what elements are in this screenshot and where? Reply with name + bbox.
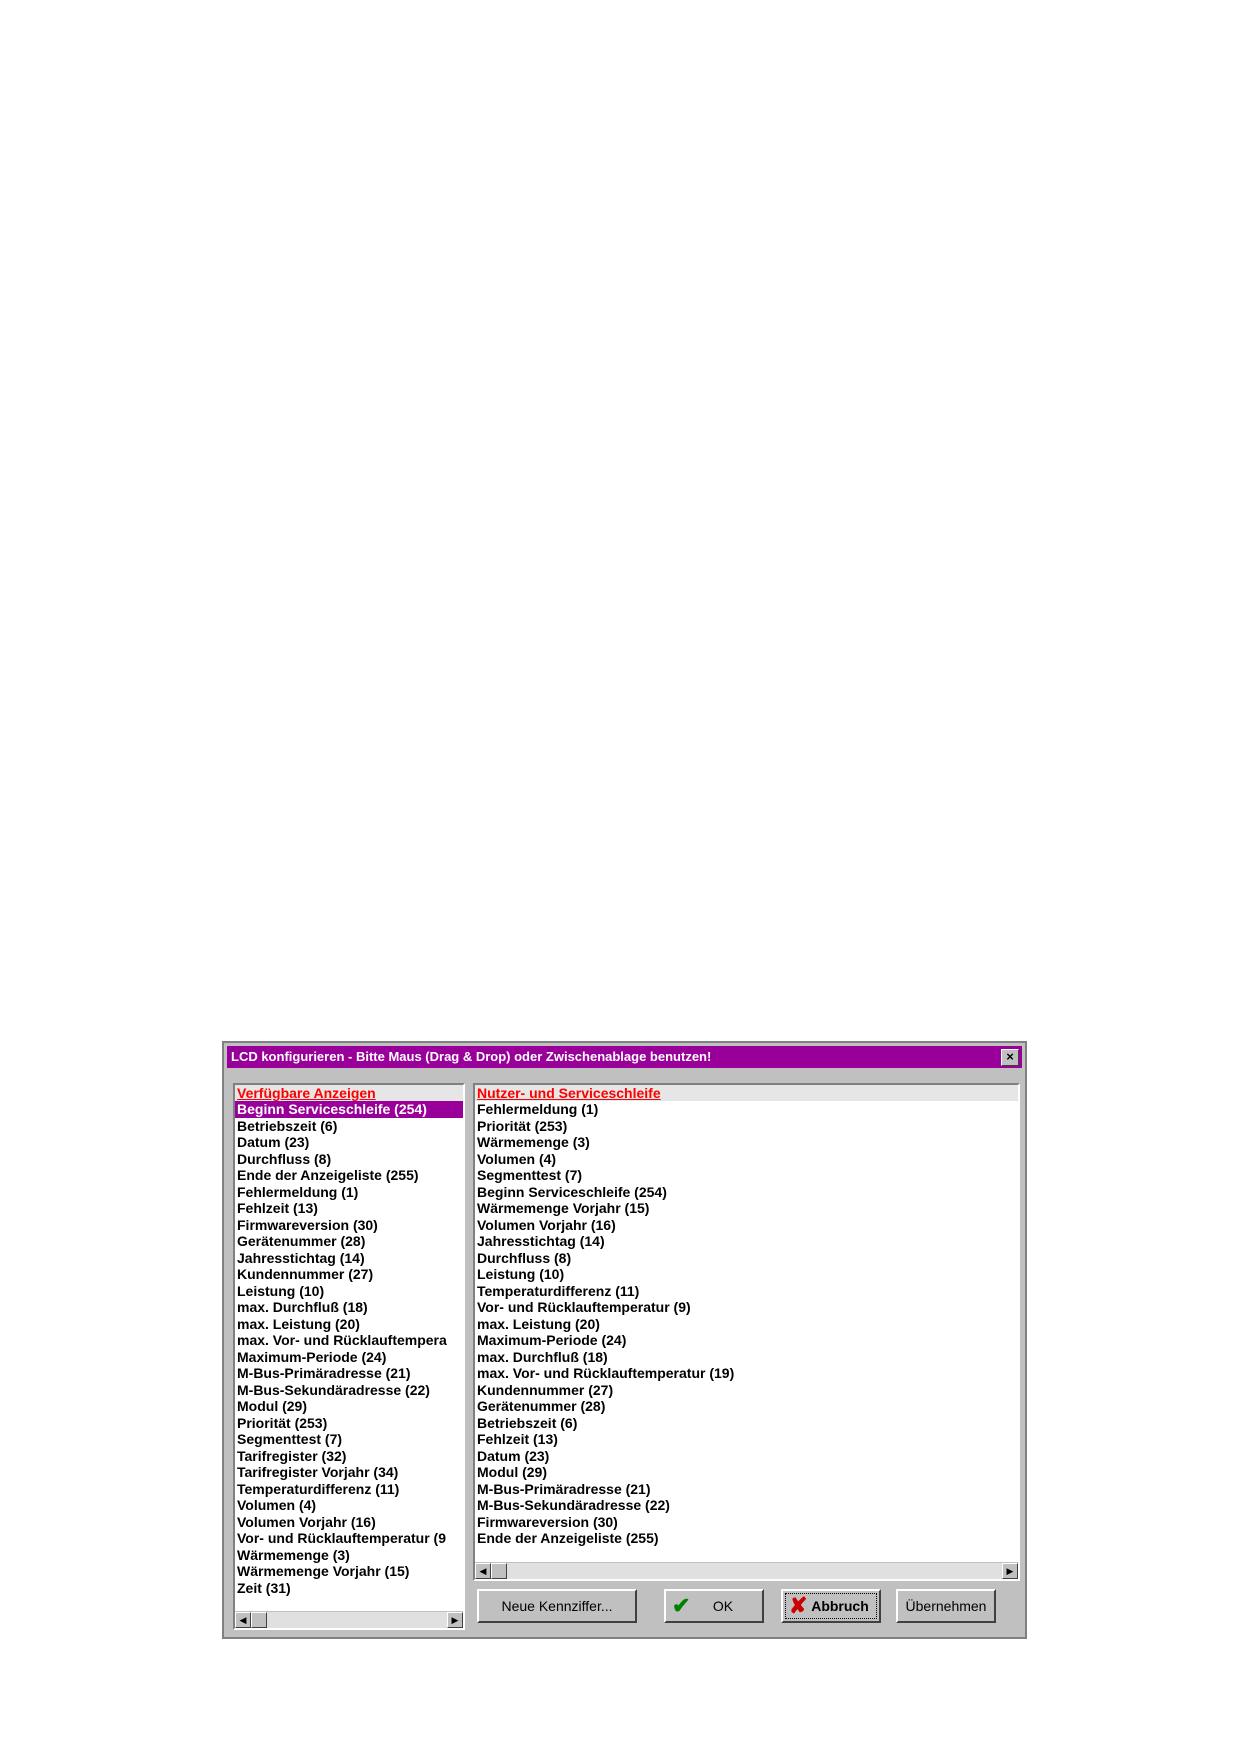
close-icon: ×	[1006, 1049, 1014, 1064]
list-item[interactable]: Segmenttest (7)	[475, 1167, 1018, 1184]
service-loop-header: Nutzer- und Serviceschleife	[475, 1085, 1018, 1101]
list-item[interactable]: max. Vor- und Rücklauftemperatur (19)	[475, 1365, 1018, 1382]
list-item[interactable]: max. Leistung (20)	[475, 1316, 1018, 1333]
list-item[interactable]: Gerätenummer (28)	[475, 1398, 1018, 1415]
left-horizontal-scrollbar[interactable]: ◀ ▶	[235, 1611, 463, 1628]
available-displays-items: Beginn Serviceschleife (254) Betriebszeit…	[235, 1101, 463, 1596]
list-item[interactable]: Datum (23)	[475, 1448, 1018, 1465]
list-item[interactable]: Tarifregister (32)	[235, 1448, 463, 1465]
list-item[interactable]: Modul (29)	[235, 1398, 463, 1415]
list-item[interactable]: Ende der Anzeigeliste (255)	[475, 1530, 1018, 1547]
service-loop-list[interactable]: Nutzer- und Serviceschleife Fehlermeldun…	[473, 1083, 1020, 1581]
list-item[interactable]: Priorität (253)	[475, 1118, 1018, 1135]
list-item[interactable]: Wärmemenge (3)	[235, 1547, 463, 1564]
right-horizontal-scrollbar[interactable]: ◀ ▶	[475, 1562, 1018, 1579]
scroll-left-icon[interactable]: ◀	[235, 1612, 251, 1628]
list-item[interactable]: Fehlermeldung (1)	[475, 1101, 1018, 1118]
list-item[interactable]: Vor- und Rücklauftemperatur (9	[235, 1530, 463, 1547]
list-item[interactable]: Volumen (4)	[235, 1497, 463, 1514]
apply-label: Übernehmen	[905, 1598, 987, 1614]
list-item[interactable]: Leistung (10)	[475, 1266, 1018, 1283]
list-item[interactable]: max. Leistung (20)	[235, 1316, 463, 1333]
list-item[interactable]: Firmwareversion (30)	[235, 1217, 463, 1234]
list-item[interactable]: Temperaturdifferenz (11)	[235, 1481, 463, 1498]
apply-button[interactable]: Übernehmen	[896, 1589, 996, 1623]
list-item[interactable]: Datum (23)	[235, 1134, 463, 1151]
list-item[interactable]: Volumen Vorjahr (16)	[235, 1514, 463, 1531]
service-loop-items: Fehlermeldung (1) Priorität (253) Wärmemen…	[475, 1101, 1018, 1547]
list-item[interactable]: Fehlzeit (13)	[235, 1200, 463, 1217]
list-item[interactable]: Betriebszeit (6)	[475, 1415, 1018, 1432]
list-item[interactable]: max. Durchfluß (18)	[235, 1299, 463, 1316]
x-icon: ✘	[789, 1593, 808, 1618]
list-item[interactable]: Beginn Serviceschleife (254)	[475, 1184, 1018, 1201]
list-item[interactable]: Maximum-Periode (24)	[475, 1332, 1018, 1349]
new-code-label: Neue Kennziffer...	[501, 1598, 613, 1614]
list-item[interactable]: Wärmemenge (3)	[475, 1134, 1018, 1151]
list-item[interactable]: Kundennummer (27)	[235, 1266, 463, 1283]
list-item[interactable]: Modul (29)	[475, 1464, 1018, 1481]
list-item[interactable]: Firmwareversion (30)	[475, 1514, 1018, 1531]
list-item[interactable]: Segmenttest (7)	[235, 1431, 463, 1448]
list-item[interactable]: M-Bus-Primäradresse (21)	[235, 1365, 463, 1382]
list-item[interactable]: max. Durchfluß (18)	[475, 1349, 1018, 1366]
list-item[interactable]: max. Vor- und Rücklauftempera	[235, 1332, 463, 1349]
list-item[interactable]: Jahresstichtag (14)	[475, 1233, 1018, 1250]
list-item[interactable]: Kundennummer (27)	[475, 1382, 1018, 1399]
list-item[interactable]: Maximum-Periode (24)	[235, 1349, 463, 1366]
available-displays-header: Verfügbare Anzeigen	[235, 1085, 463, 1101]
scroll-right-icon[interactable]: ▶	[447, 1612, 463, 1628]
dialog-title: LCD konfigurieren - Bitte Maus (Drag & D…	[231, 1049, 712, 1064]
ok-label: OK	[712, 1598, 734, 1614]
check-icon: ✔	[672, 1593, 691, 1618]
ok-button[interactable]: ✔ OK	[664, 1589, 764, 1623]
list-item[interactable]: Beginn Serviceschleife (254)	[235, 1101, 463, 1118]
dialog-titlebar: LCD konfigurieren - Bitte Maus (Drag & D…	[227, 1046, 1022, 1068]
list-item[interactable]: Wärmemenge Vorjahr (15)	[475, 1200, 1018, 1217]
list-item[interactable]: Leistung (10)	[235, 1283, 463, 1300]
list-item[interactable]: Wärmemenge Vorjahr (15)	[235, 1563, 463, 1580]
list-item[interactable]: Betriebszeit (6)	[235, 1118, 463, 1135]
list-item[interactable]: Fehlzeit (13)	[475, 1431, 1018, 1448]
new-code-button[interactable]: Neue Kennziffer...	[477, 1589, 637, 1623]
list-item[interactable]: Priorität (253)	[235, 1415, 463, 1432]
list-item[interactable]: M-Bus-Sekundäradresse (22)	[235, 1382, 463, 1399]
list-item[interactable]: Tarifregister Vorjahr (34)	[235, 1464, 463, 1481]
list-item[interactable]: Vor- und Rücklauftemperatur (9)	[475, 1299, 1018, 1316]
list-item[interactable]: Temperaturdifferenz (11)	[475, 1283, 1018, 1300]
list-item[interactable]: M-Bus-Primäradresse (21)	[475, 1481, 1018, 1498]
available-displays-list[interactable]: Verfügbare Anzeigen Beginn Serviceschlei…	[233, 1083, 465, 1630]
list-item[interactable]: Jahresstichtag (14)	[235, 1250, 463, 1267]
list-item[interactable]: Zeit (31)	[235, 1580, 463, 1597]
scroll-left-icon[interactable]: ◀	[475, 1563, 491, 1579]
scroll-thumb[interactable]	[251, 1612, 267, 1628]
cancel-button[interactable]: ✘ Abbruch	[781, 1589, 881, 1623]
list-item[interactable]: Volumen Vorjahr (16)	[475, 1217, 1018, 1234]
list-item[interactable]: Fehlermeldung (1)	[235, 1184, 463, 1201]
list-item[interactable]: M-Bus-Sekundäradresse (22)	[475, 1497, 1018, 1514]
list-item[interactable]: Durchfluss (8)	[235, 1151, 463, 1168]
scroll-right-icon[interactable]: ▶	[1002, 1563, 1018, 1579]
close-button[interactable]: ×	[1001, 1049, 1019, 1066]
lcd-config-dialog: LCD konfigurieren - Bitte Maus (Drag & D…	[222, 1041, 1027, 1639]
list-item[interactable]: Gerätenummer (28)	[235, 1233, 463, 1250]
list-item[interactable]: Durchfluss (8)	[475, 1250, 1018, 1267]
list-item[interactable]: Volumen (4)	[475, 1151, 1018, 1168]
scroll-thumb[interactable]	[491, 1563, 507, 1579]
list-item[interactable]: Ende der Anzeigeliste (255)	[235, 1167, 463, 1184]
